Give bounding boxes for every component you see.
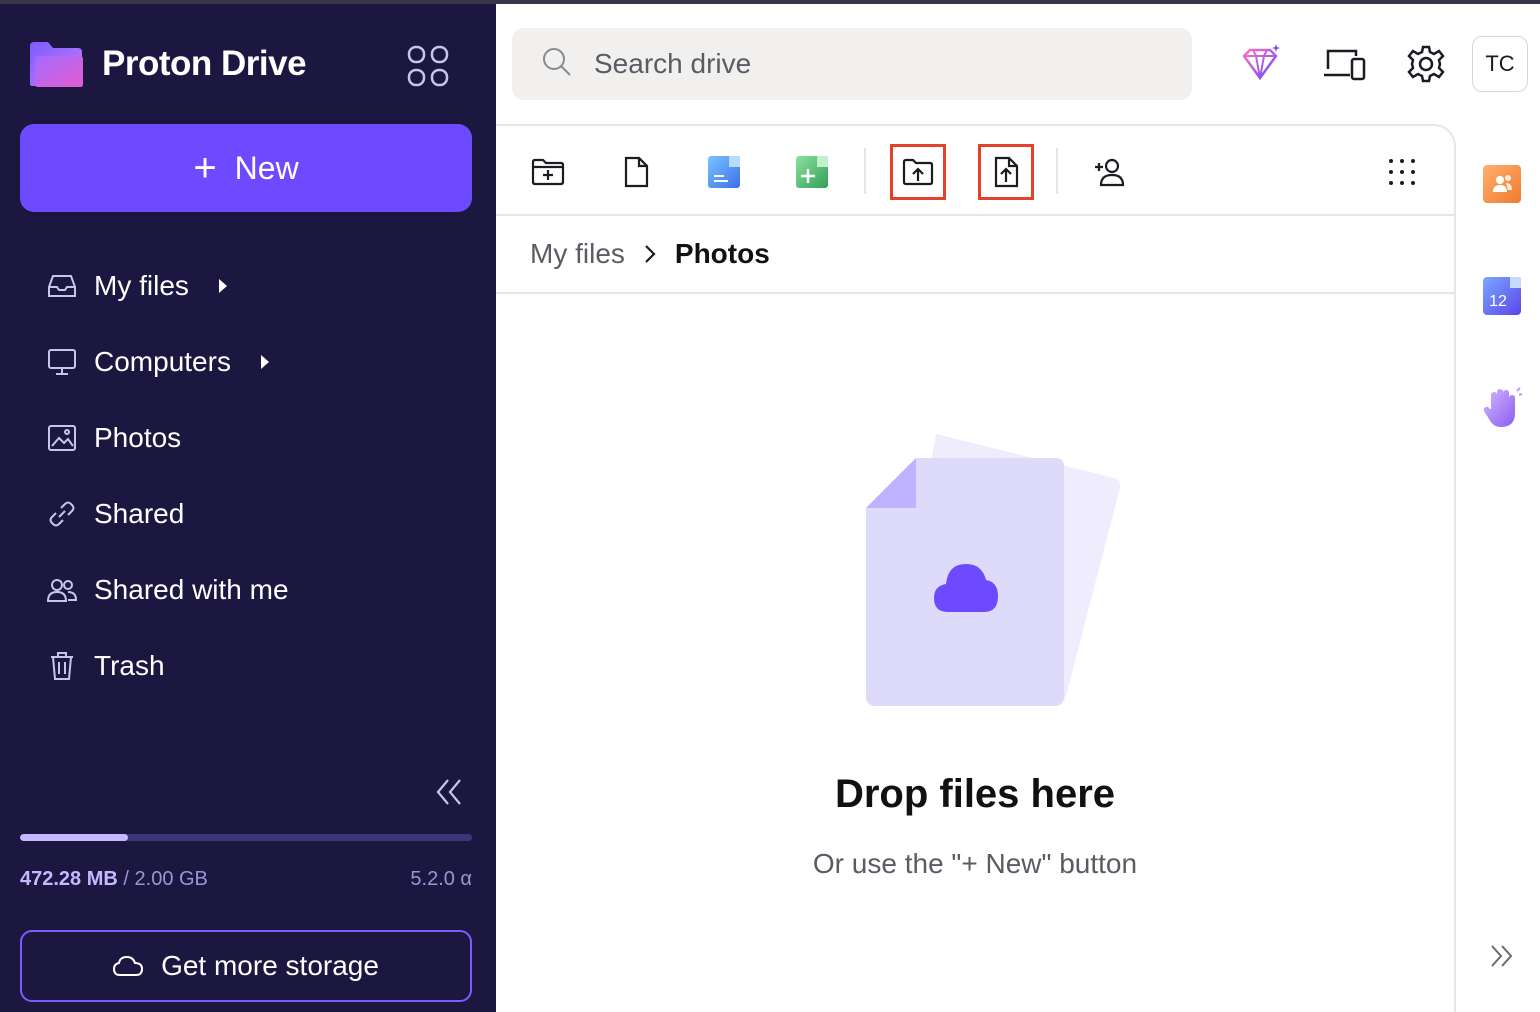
sidebar-nav: My files Computers Photos Shared Shared … bbox=[20, 248, 476, 704]
new-file-icon[interactable] bbox=[608, 144, 664, 200]
apps-grid-icon[interactable] bbox=[406, 44, 450, 88]
wave-hand-icon[interactable] bbox=[1480, 386, 1524, 430]
sidebar-item-shared[interactable]: Shared bbox=[20, 476, 476, 552]
inbox-icon bbox=[46, 270, 78, 302]
sidebar: Proton Drive + New My files Computers Ph… bbox=[0, 4, 496, 1012]
sidebar-item-label: Shared with me bbox=[94, 574, 289, 605]
sidebar-item-label: My files bbox=[94, 270, 189, 301]
sidebar-item-photos[interactable]: Photos bbox=[20, 400, 476, 476]
sidebar-item-label: Computers bbox=[94, 346, 231, 377]
search-input[interactable] bbox=[594, 48, 1154, 80]
monitor-icon bbox=[46, 346, 78, 378]
sidebar-item-trash[interactable]: Trash bbox=[20, 628, 476, 704]
storage-usage: 472.28 MB / 2.00 GB bbox=[20, 868, 208, 891]
sidebar-item-my-files[interactable]: My files bbox=[20, 248, 476, 324]
toolbar bbox=[496, 126, 1454, 216]
calendar-icon[interactable]: 12 bbox=[1480, 274, 1524, 318]
new-button-label: New bbox=[234, 149, 299, 186]
calendar-day: 12 bbox=[1489, 293, 1507, 310]
diamond-upgrade-icon[interactable] bbox=[1236, 40, 1284, 88]
search-bar[interactable] bbox=[512, 28, 1192, 100]
sidebar-item-shared-with-me[interactable]: Shared with me bbox=[20, 552, 476, 628]
get-more-storage-button[interactable]: Get more storage bbox=[20, 930, 472, 1002]
link-icon bbox=[46, 498, 78, 530]
share-icon[interactable] bbox=[1082, 144, 1138, 200]
search-icon bbox=[542, 47, 572, 82]
breadcrumb-current[interactable]: Photos bbox=[675, 238, 770, 270]
app-logo[interactable]: Proton Drive bbox=[28, 40, 307, 88]
sidebar-item-label: Trash bbox=[94, 650, 165, 681]
chevron-right-icon bbox=[643, 243, 657, 265]
breadcrumb-my-files[interactable]: My files bbox=[530, 238, 625, 270]
devices-icon[interactable] bbox=[1320, 40, 1368, 88]
trash-icon bbox=[46, 650, 78, 682]
breadcrumb: My files Photos bbox=[530, 238, 770, 270]
main-panel: My files Photos Drop files here Or use t… bbox=[496, 124, 1456, 1012]
empty-folder-illustration bbox=[856, 426, 1136, 716]
proton-drive-logo-icon bbox=[28, 40, 84, 88]
storage-separator: / bbox=[117, 868, 135, 890]
settings-gear-icon[interactable] bbox=[1402, 40, 1450, 88]
plus-icon: + bbox=[193, 146, 217, 190]
empty-state-title: Drop files here bbox=[834, 772, 1116, 816]
caret-right-icon[interactable] bbox=[218, 279, 227, 293]
upload-file-icon[interactable] bbox=[978, 144, 1034, 200]
new-spreadsheet-icon[interactable] bbox=[784, 144, 840, 200]
contacts-icon[interactable] bbox=[1480, 162, 1524, 206]
new-button[interactable]: + New bbox=[20, 124, 472, 212]
divider bbox=[496, 292, 1454, 294]
sidebar-item-label: Photos bbox=[94, 422, 182, 453]
user-avatar[interactable]: TC bbox=[1472, 36, 1528, 92]
sidebar-item-computers[interactable]: Computers bbox=[20, 324, 476, 400]
app-name: Proton Drive bbox=[102, 44, 307, 83]
sidebar-item-label: Shared bbox=[94, 498, 185, 529]
collapse-sidebar-icon[interactable] bbox=[432, 776, 466, 808]
storage-used: 472.28 MB bbox=[20, 868, 118, 890]
new-folder-icon[interactable] bbox=[520, 144, 576, 200]
more-grid-icon[interactable] bbox=[1374, 144, 1430, 200]
upload-folder-icon[interactable] bbox=[890, 144, 946, 200]
storage-progress-fill bbox=[20, 834, 129, 841]
users-icon bbox=[46, 574, 78, 606]
cloud-icon bbox=[113, 955, 144, 977]
get-more-storage-label: Get more storage bbox=[161, 950, 379, 981]
storage-total: 2.00 GB bbox=[134, 868, 208, 890]
expand-rail-icon[interactable] bbox=[1488, 942, 1516, 970]
empty-state-subtitle: Or use the "+ New" button bbox=[812, 848, 1138, 879]
toolbar-separator bbox=[1056, 148, 1058, 194]
storage-progress-bar bbox=[20, 834, 472, 841]
caret-right-icon[interactable] bbox=[260, 355, 269, 369]
app-version: 5.2.0 α bbox=[410, 868, 472, 890]
image-icon bbox=[46, 422, 78, 454]
toolbar-separator bbox=[864, 148, 866, 194]
new-document-icon[interactable] bbox=[696, 144, 752, 200]
